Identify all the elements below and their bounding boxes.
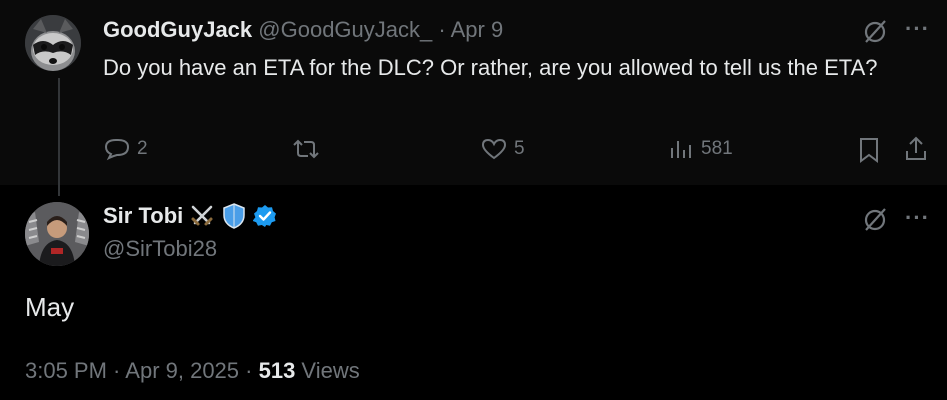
tweet-meta: 3:05 PM · Apr 9, 2025 · 513 Views bbox=[25, 358, 360, 384]
reply-separator: · bbox=[432, 17, 451, 42]
reply-button[interactable]: 2 bbox=[103, 136, 148, 162]
like-count: 5 bbox=[514, 138, 525, 159]
bookmark-icon bbox=[860, 138, 878, 163]
raccoon-avatar-image bbox=[25, 15, 81, 71]
shield-icon bbox=[223, 203, 246, 229]
grok-icon[interactable] bbox=[862, 18, 888, 49]
reply-header: GoodGuyJack @GoodGuyJack_ · Apr 9 bbox=[103, 17, 503, 43]
reply-author-handle[interactable]: @GoodGuyJack_ bbox=[258, 17, 432, 42]
main-author-name[interactable]: Sir Tobi bbox=[103, 203, 183, 229]
avatar-sir-tobi[interactable] bbox=[25, 202, 89, 266]
avatar-goodguyjack[interactable] bbox=[25, 15, 81, 71]
analytics-icon bbox=[671, 141, 691, 158]
tweet-time[interactable]: 3:05 PM bbox=[25, 358, 107, 383]
main-grok-icon[interactable] bbox=[862, 206, 888, 237]
views-count: 581 bbox=[701, 138, 733, 159]
main-author-handle[interactable]: @SirTobi28 bbox=[103, 236, 277, 262]
main-tweet-text: May bbox=[25, 292, 75, 322]
tweet-views-count[interactable]: 513 bbox=[259, 358, 296, 383]
views-button[interactable]: 581 bbox=[667, 136, 733, 162]
meta-separator: · bbox=[106, 358, 126, 383]
crossed-swords-icon bbox=[191, 205, 213, 226]
sir-tobi-avatar-image bbox=[25, 202, 89, 266]
reply-more-button[interactable]: ··· bbox=[905, 16, 930, 42]
reply-text: Do you have an ETA for the DLC? Or rathe… bbox=[103, 55, 878, 80]
repost-button[interactable] bbox=[290, 136, 328, 162]
tweet-date[interactable]: Apr 9, 2025 bbox=[125, 358, 239, 383]
main-tweet-header: Sir Tobi @SirTobi28 bbox=[103, 202, 277, 262]
thread-line bbox=[58, 78, 60, 196]
verified-badge-icon[interactable] bbox=[253, 204, 277, 228]
meta-separator-2: · bbox=[239, 358, 259, 383]
like-button[interactable]: 5 bbox=[480, 136, 525, 162]
main-more-button[interactable]: ··· bbox=[905, 205, 930, 231]
bookmark-button[interactable] bbox=[857, 136, 881, 169]
share-button[interactable] bbox=[903, 135, 929, 168]
tweet-views-label: Views bbox=[295, 358, 360, 383]
comment-icon bbox=[104, 139, 130, 161]
share-icon bbox=[906, 136, 926, 160]
heart-icon bbox=[481, 138, 507, 160]
reply-tweet[interactable]: GoodGuyJack @GoodGuyJack_ · Apr 9 ··· Do… bbox=[0, 0, 947, 196]
reply-count: 2 bbox=[137, 138, 148, 159]
repost-icon bbox=[293, 139, 319, 159]
reply-date[interactable]: Apr 9 bbox=[451, 17, 504, 42]
reply-author-name[interactable]: GoodGuyJack bbox=[103, 17, 252, 42]
